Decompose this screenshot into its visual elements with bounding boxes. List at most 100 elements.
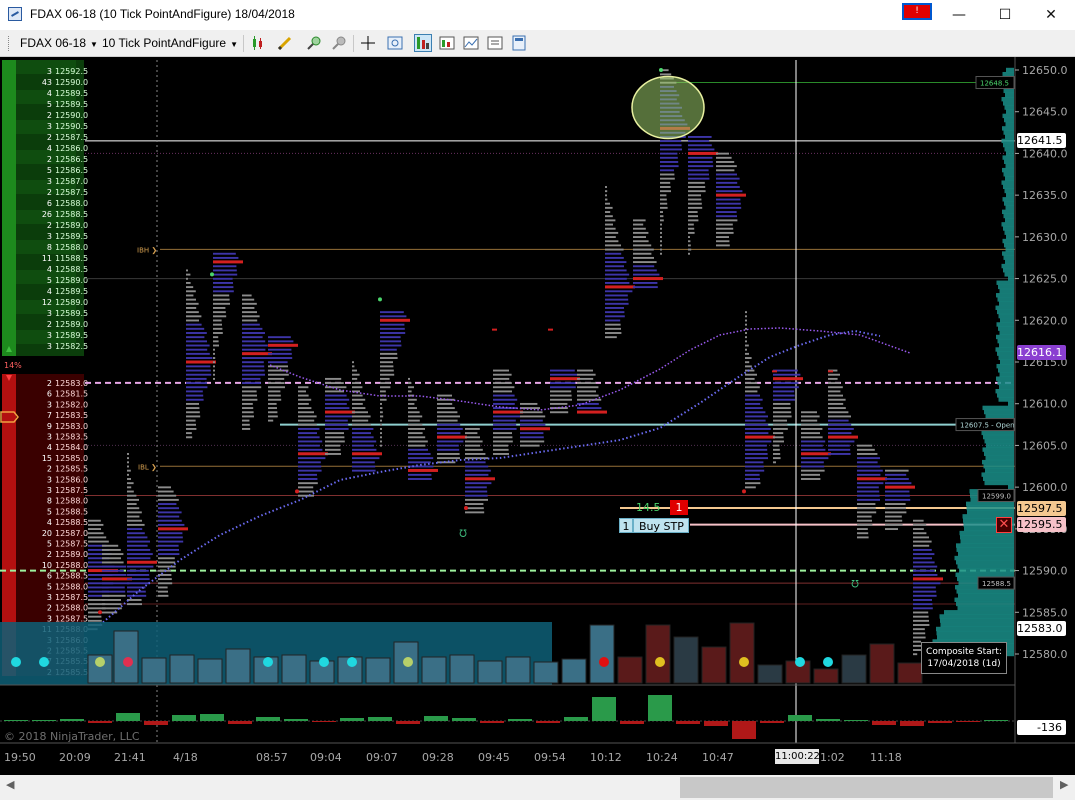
minimize-button[interactable]: — (936, 0, 982, 30)
profile-row (828, 423, 852, 426)
market-profile-column[interactable] (465, 427, 495, 514)
profile-row (745, 486, 756, 489)
price-chart-canvas[interactable]: 3 12592.543 12590.04 12589.55 12589.52 12590.… (0, 57, 1075, 800)
profile-row (773, 457, 781, 460)
ladder-bid-count: 3 (47, 342, 52, 351)
volume-bar (617, 656, 643, 684)
profile-row (88, 536, 107, 539)
market-profile-column[interactable] (885, 469, 915, 531)
ladder-ask-price: 12582.0 (55, 400, 88, 409)
scroll-right-icon[interactable]: ▶ (1060, 778, 1068, 791)
ladder-bid-price: 12582.5 (55, 342, 88, 351)
scroll-left-icon[interactable]: ◀ (6, 778, 14, 791)
ladder-ask-price: 12588.5 (55, 572, 88, 581)
scrollbar-thumb[interactable] (680, 777, 1053, 798)
market-profile-column[interactable] (352, 361, 382, 472)
pin-icon[interactable] (330, 34, 348, 52)
profile-poc-bar (158, 527, 188, 531)
profile-row (745, 336, 747, 339)
profile-row (828, 382, 841, 385)
profile-row (745, 340, 747, 343)
horizontal-scrollbar[interactable]: ◀ ▶ (0, 775, 1075, 800)
profile-row (186, 373, 212, 376)
profile-row (465, 444, 481, 447)
profile-row (242, 407, 254, 410)
profile-row (688, 135, 712, 138)
market-profile-column[interactable] (688, 135, 718, 255)
market-profile-column[interactable] (633, 219, 663, 289)
profile-row (688, 161, 713, 163)
profile-row (660, 148, 682, 151)
market-profile-column[interactable] (158, 486, 188, 597)
market-profile-column[interactable] (408, 377, 438, 480)
market-profile-column[interactable] (298, 386, 328, 497)
market-profile-column[interactable] (437, 394, 467, 464)
cancel-order-icon[interactable]: ✕ (996, 517, 1012, 533)
swing-marker-icon: ᘮ (851, 579, 859, 590)
magnifier-icon[interactable] (386, 34, 404, 52)
profile-row (493, 394, 515, 397)
bar-type-selector[interactable]: 10 Tick PointAndFigure ▼ (102, 36, 238, 50)
instrument-selector[interactable]: FDAX 06-18 ▼ (20, 36, 98, 50)
market-profile-column[interactable] (745, 311, 775, 489)
profile-row (380, 390, 386, 393)
properties-icon[interactable] (486, 34, 504, 52)
strategy-icon[interactable] (462, 34, 480, 52)
profile-row (716, 211, 737, 213)
market-profile-column[interactable] (605, 186, 635, 339)
chart-trader-icon[interactable] (414, 34, 432, 52)
profile-row (102, 573, 127, 576)
order-quantity[interactable]: 1 (619, 518, 633, 533)
profile-row (913, 636, 926, 639)
profile-row (102, 553, 124, 556)
profile-row (828, 411, 849, 414)
data-box-icon[interactable] (438, 34, 456, 52)
market-profile-column[interactable] (716, 152, 746, 247)
profile-row (186, 352, 210, 355)
pencil-icon[interactable] (276, 34, 294, 52)
volume-signal-dot (403, 657, 413, 667)
close-button[interactable]: ✕ (1028, 0, 1074, 30)
market-profile-column[interactable] (186, 269, 216, 439)
market-profile-column[interactable] (550, 369, 580, 414)
buy-stop-order-label[interactable]: Buy STP (633, 518, 689, 533)
profile-row (885, 507, 906, 510)
profile-row (605, 190, 608, 193)
chart-panel[interactable]: 3 12592.5 43 12590.0 4 12589.5 5 12589.5 2 12590.… (0, 57, 1075, 800)
composite-profile-row (999, 301, 1014, 306)
profile-row (465, 461, 486, 464)
maximize-button[interactable]: ☐ (982, 0, 1028, 30)
composite-profile-row (995, 389, 1014, 394)
profile-row (688, 215, 698, 218)
market-profile-column[interactable] (242, 294, 272, 430)
market-profile-column[interactable] (213, 252, 243, 380)
candlestick-icon[interactable] (250, 34, 268, 52)
profile-row (380, 423, 382, 426)
profile-row (325, 386, 347, 389)
profile-row (828, 427, 854, 430)
market-profile-column[interactable] (268, 336, 298, 422)
window-settings-icon[interactable] (510, 34, 528, 52)
composite-profile-row (936, 626, 1014, 632)
market-profile-column[interactable] (127, 453, 157, 606)
profile-row (352, 427, 374, 430)
profile-row (745, 427, 771, 430)
profile-row (380, 323, 405, 326)
profile-row (688, 202, 702, 205)
market-profile-column[interactable] (380, 311, 410, 447)
zoom-in-icon[interactable] (305, 34, 323, 52)
delta-bar (900, 721, 924, 726)
ladder-bid-count: 4 (47, 89, 52, 98)
profile-row (298, 432, 317, 435)
crosshair-icon[interactable] (359, 34, 377, 52)
time-axis-label: 1:02 (820, 751, 845, 764)
market-profile-column[interactable] (577, 369, 607, 414)
composite-profile-row (939, 614, 1014, 619)
order-flag[interactable]: 1 (670, 500, 688, 515)
delta-bar (508, 719, 532, 721)
market-profile-column[interactable] (828, 369, 858, 455)
toolbar-grip[interactable] (8, 36, 11, 51)
profile-row (213, 327, 223, 330)
profile-row (380, 444, 382, 447)
alert-indicator-icon[interactable]: ! (902, 3, 932, 20)
